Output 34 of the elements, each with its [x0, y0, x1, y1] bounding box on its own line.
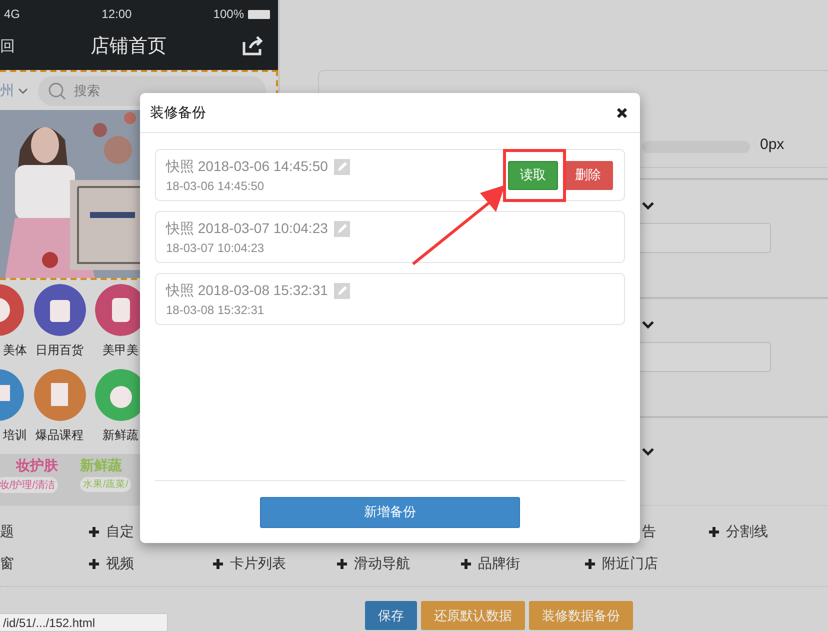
component-item[interactable]: 卡片列表: [212, 555, 336, 573]
category-label[interactable]: 美甲美: [102, 342, 138, 359]
snapshot-action-button[interactable]: 删除: [563, 160, 613, 190]
page-title: 店铺首页: [90, 35, 166, 59]
component-item[interactable]: 品牌街: [460, 555, 584, 573]
snapshot-time: 18-03-07 10:04:23: [166, 240, 266, 254]
network-label: 4G: [4, 7, 20, 21]
slider-value: 0px: [760, 136, 784, 153]
category-label[interactable]: 爆品课程: [36, 427, 84, 444]
link-preview: /id/51/.../152.html: [0, 613, 168, 632]
component-item[interactable]: 滑动导航: [336, 555, 460, 573]
snapshot-time: 18-03-08 15:32:31: [166, 302, 266, 316]
category-label[interactable]: 培训: [3, 427, 27, 444]
component-item[interactable]: 附近门店: [584, 555, 708, 573]
component-item[interactable]: 题: [0, 523, 88, 541]
snapshot-time: 18-03-06 14:45:50: [166, 178, 266, 192]
category-label[interactable]: 美体: [3, 342, 27, 359]
back-link[interactable]: 回: [0, 36, 15, 56]
snapshot-name: 快照 2018-03-08 15:32:31: [166, 282, 328, 300]
component-item[interactable]: 分割线: [708, 523, 828, 541]
clock: 12:00: [102, 7, 132, 21]
snapshot-name: 快照 2018-03-07 10:04:23: [166, 220, 328, 238]
snapshot-card[interactable]: 快照 2018-03-06 14:45:50 18-03-06 14:45:50 读取 删除: [155, 149, 625, 201]
action-button[interactable]: 保存: [365, 601, 417, 630]
category-label[interactable]: 新鲜蔬: [102, 427, 138, 444]
snapshot-name: 快照 2018-03-06 14:45:50: [166, 158, 328, 176]
component-item[interactable]: 窗: [0, 555, 88, 573]
battery-level: 100%: [213, 7, 244, 21]
dialog-title: 装修备份: [150, 104, 206, 122]
component-item[interactable]: 自定: [88, 523, 212, 541]
component-item[interactable]: 视频: [88, 555, 212, 573]
add-backup-button[interactable]: 新增备份: [260, 496, 520, 528]
category-label[interactable]: 日用百货: [36, 342, 84, 359]
promo-subtitle: 水果/蔬菜/: [80, 477, 132, 492]
